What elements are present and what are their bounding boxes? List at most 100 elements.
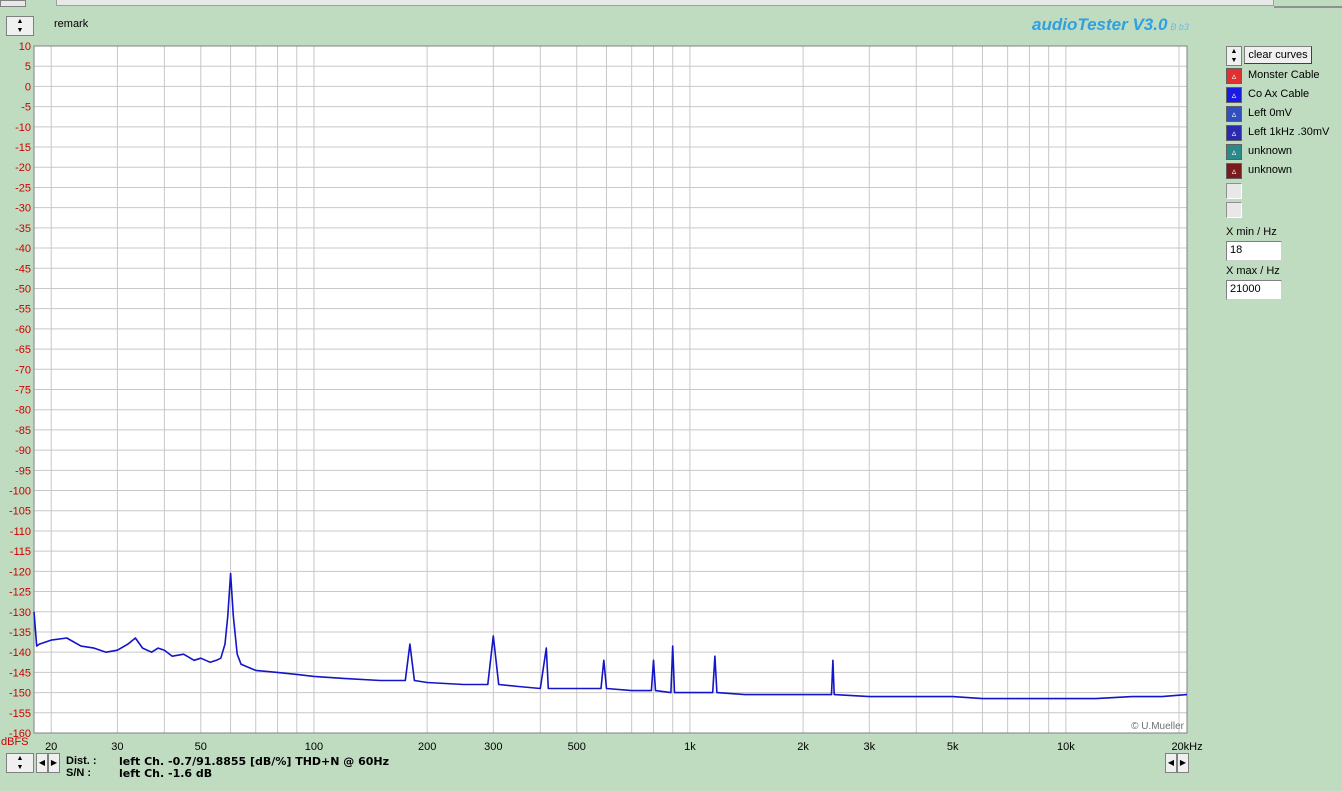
y-tick-label: -115 [10,546,31,558]
clear-spinner[interactable]: ▲ ▼ [1226,46,1242,66]
x-tick-label: 1k [684,741,696,753]
legend-color-box[interactable]: ▵ [1226,144,1242,160]
nav-right-button[interactable]: ▶ [48,753,60,773]
x-min-label: X min / Hz [1226,226,1277,238]
y-tick-label: -155 [9,708,31,720]
y-tick-label: -140 [9,647,31,659]
y-tick-label: -70 [15,364,31,376]
legend-color-box[interactable]: ▵ [1226,87,1242,103]
y-tick-label: -15 [15,142,31,154]
y-tick-label: -95 [15,465,31,477]
y-tick-label: -50 [15,283,31,295]
top-toolbar-field[interactable] [56,0,1274,6]
top-toolbar [0,0,1342,10]
app-title: audioTester V3.0 B b3 [1032,15,1189,35]
nav-left-button[interactable]: ◀ [36,753,48,773]
y-tick-label: -145 [9,667,31,679]
legend-label: Left 1kHz .30mV [1248,126,1330,138]
clear-curves-button[interactable]: clear curves [1244,46,1312,64]
scroll-right-button[interactable]: ▶ [1177,753,1189,773]
x-max-input[interactable]: 21000 [1226,280,1282,300]
x-tick-label: 20 [45,741,57,753]
sn-value: left Ch. -1.6 dB [119,767,213,780]
triangle-icon: ▵ [1231,166,1237,176]
y-tick-label: -60 [15,324,31,336]
y-tick-label: -130 [9,607,31,619]
spin-up-icon[interactable]: ▲ [17,754,24,763]
legend-item-left-1khz[interactable]: ▵ Left 1kHz .30mV [1226,124,1340,143]
legend-label: Co Ax Cable [1248,88,1310,100]
y-tick-label: -45 [15,263,31,275]
remark-spinner[interactable]: ▲ ▼ [6,16,34,36]
x-min-input[interactable]: 18 [1226,241,1282,261]
status-spinner[interactable]: ▲ ▼ [6,753,34,773]
dist-label: Dist. : [66,755,97,767]
spin-up-icon[interactable]: ▲ [17,17,24,26]
spin-up-icon[interactable]: ▲ [1231,47,1238,56]
spin-down-icon[interactable]: ▼ [17,763,24,772]
legend-empty-slot[interactable] [1226,202,1242,218]
y-tick-label: -120 [9,566,31,578]
y-tick-label: -150 [9,688,31,700]
legend-item-unknown-2[interactable]: ▵ unknown [1226,162,1340,181]
x-tick-label: 3k [863,741,875,753]
legend-item-co-ax-cable[interactable]: ▵ Co Ax Cable [1226,86,1340,105]
legend-color-box[interactable]: ▵ [1226,106,1242,122]
y-tick-label: -30 [15,203,31,215]
triangle-icon: ▵ [1231,71,1237,81]
copyright-text: © U.Mueller [1131,721,1185,732]
x-tick-label: 50 [195,741,207,753]
y-tick-label: -125 [9,587,31,599]
y-axis-label: dBFS [1,736,29,748]
x-tick-label: 300 [484,741,502,753]
y-tick-label: -20 [15,162,31,174]
spin-down-icon[interactable]: ▼ [17,26,24,35]
legend-item-left-0mv[interactable]: ▵ Left 0mV [1226,105,1340,124]
spectrum-chart[interactable]: 1050-5-10-15-20-25-30-35-40-45-50-55-60-… [0,40,1210,762]
app-title-text: audioTester V3.0 [1032,15,1168,34]
y-tick-label: -110 [10,526,31,538]
x-tick-label: 20kHz [1171,741,1202,753]
y-tick-label: -35 [15,223,31,235]
top-toolbar-button[interactable] [0,0,26,7]
sn-label: S/N : [66,767,92,779]
triangle-icon: ▵ [1231,109,1237,119]
arrow-right-icon: ▶ [50,758,58,767]
y-tick-label: -55 [15,304,31,316]
legend-empty-slot[interactable] [1226,183,1242,199]
arrow-right-icon: ▶ [1179,758,1187,767]
x-tick-label: 30 [111,741,123,753]
legend-label: unknown [1248,145,1293,157]
spin-down-icon[interactable]: ▼ [1231,56,1238,65]
y-tick-label: 10 [19,41,31,53]
x-max-label: X max / Hz [1226,265,1280,277]
y-tick-label: -75 [15,385,31,397]
x-tick-label: 500 [568,741,586,753]
legend-label: unknown [1248,164,1293,176]
y-tick-label: -65 [15,344,31,356]
legend-color-box[interactable]: ▵ [1226,125,1242,141]
x-tick-label: 5k [947,741,959,753]
remark-label: remark [54,18,89,30]
legend-color-box[interactable]: ▵ [1226,163,1242,179]
y-tick-label: -5 [21,102,31,114]
y-tick-label: -135 [9,627,31,639]
legend-item-monster-cable[interactable]: ▵ Monster Cable [1226,67,1340,86]
top-toolbar-divider [1274,6,1342,8]
y-tick-label: -90 [15,445,31,457]
y-tick-label: 0 [25,81,31,93]
y-tick-label: -85 [15,425,31,437]
legend-color-box[interactable]: ▵ [1226,68,1242,84]
app-version: B b3 [1170,22,1189,32]
y-tick-label: -25 [15,182,31,194]
x-tick-labels: 20 30 50 100 200 300 500 1k 2k 3k 5k 10k 20kHz [45,741,1203,753]
x-tick-label: 100 [305,741,323,753]
y-tick-label: -10 [15,122,31,134]
arrow-left-icon: ◀ [38,758,46,767]
scroll-left-button[interactable]: ◀ [1165,753,1177,773]
legend-item-unknown-1[interactable]: ▵ unknown [1226,143,1340,162]
y-tick-label: -105 [9,506,31,518]
x-tick-label: 200 [418,741,436,753]
triangle-icon: ▵ [1231,90,1237,100]
x-tick-label: 10k [1057,741,1075,753]
